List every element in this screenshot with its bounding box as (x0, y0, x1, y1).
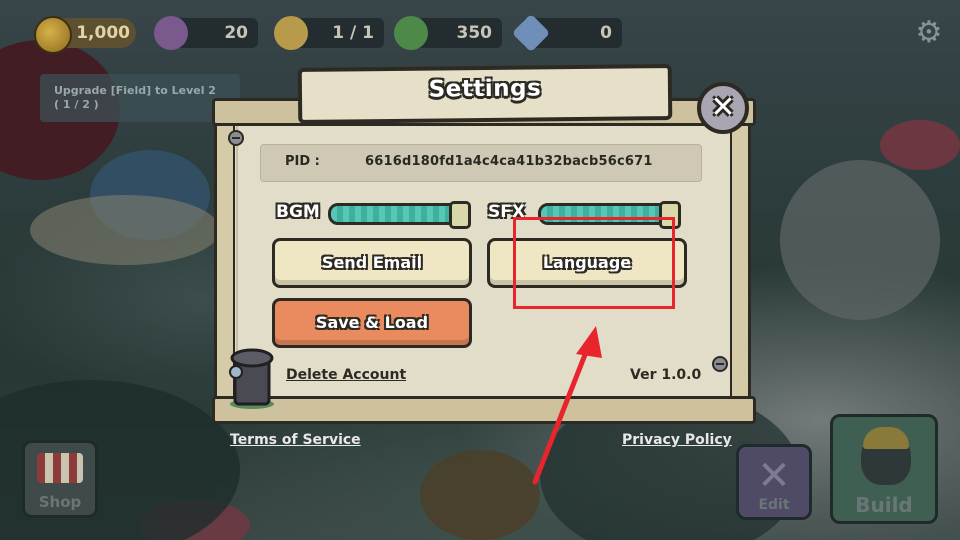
frame-bottom (212, 396, 756, 424)
title-plate: Settings (297, 64, 673, 124)
hard-hat-icon (863, 427, 909, 449)
annotation-arrow (532, 326, 602, 485)
version-label: Ver 1.0.0 (630, 367, 702, 383)
delete-account-link[interactable]: Delete Account (286, 367, 406, 383)
send-email-button[interactable]: Send Email (272, 238, 472, 288)
pid-field: PID : 6616d180fd1a4c4ca41b32bacb56c671 (260, 144, 702, 182)
settings-title: Settings (428, 75, 542, 103)
save-load-button[interactable]: Save & Load (272, 298, 472, 348)
quest-banner[interactable]: Upgrade [Field] to Level 2 ( 1 / 2 ) (40, 74, 240, 122)
gem-counter: 0 (511, 13, 622, 53)
terms-of-service-link[interactable]: Terms of Service (230, 432, 361, 448)
edit-button[interactable]: ✕ Edit (736, 444, 812, 520)
edit-icon: ✕ (757, 453, 791, 499)
shop-button[interactable]: Shop (22, 440, 98, 518)
pid-label: PID : (285, 154, 320, 169)
quest-title: Upgrade [Field] to Level 2 (54, 84, 216, 97)
population-counter: 1 / 1 (274, 16, 384, 50)
trash-can-icon (226, 344, 278, 410)
bolt-icon (712, 356, 728, 372)
pid-value[interactable]: 6616d180fd1a4c4ca41b32bacb56c671 (365, 154, 653, 169)
bgm-slider-knob[interactable] (449, 201, 471, 229)
villager-icon (274, 16, 308, 50)
resource-counter-4: 350 (394, 16, 502, 50)
bolt-icon (228, 130, 244, 146)
bgm-slider[interactable] (328, 201, 471, 229)
language-highlight-box (513, 217, 675, 309)
privacy-policy-link[interactable]: Privacy Policy (622, 432, 732, 448)
close-button[interactable]: ✕ (697, 82, 749, 134)
close-icon: ✕ (710, 90, 736, 125)
frame-right (730, 118, 751, 398)
bgm-label: BGM (276, 202, 320, 222)
gold-value: 1,000 (76, 23, 130, 43)
coin-icon (34, 16, 72, 54)
build-button[interactable]: Build (830, 414, 938, 524)
sprout-icon (394, 16, 428, 50)
gold-counter: 1,000 (34, 16, 136, 54)
mushroom-resource-icon (154, 16, 188, 50)
resource-counter-2: 20 (154, 16, 258, 50)
shop-awning-icon (37, 453, 83, 483)
gear-icon[interactable]: ⚙ (914, 18, 944, 48)
